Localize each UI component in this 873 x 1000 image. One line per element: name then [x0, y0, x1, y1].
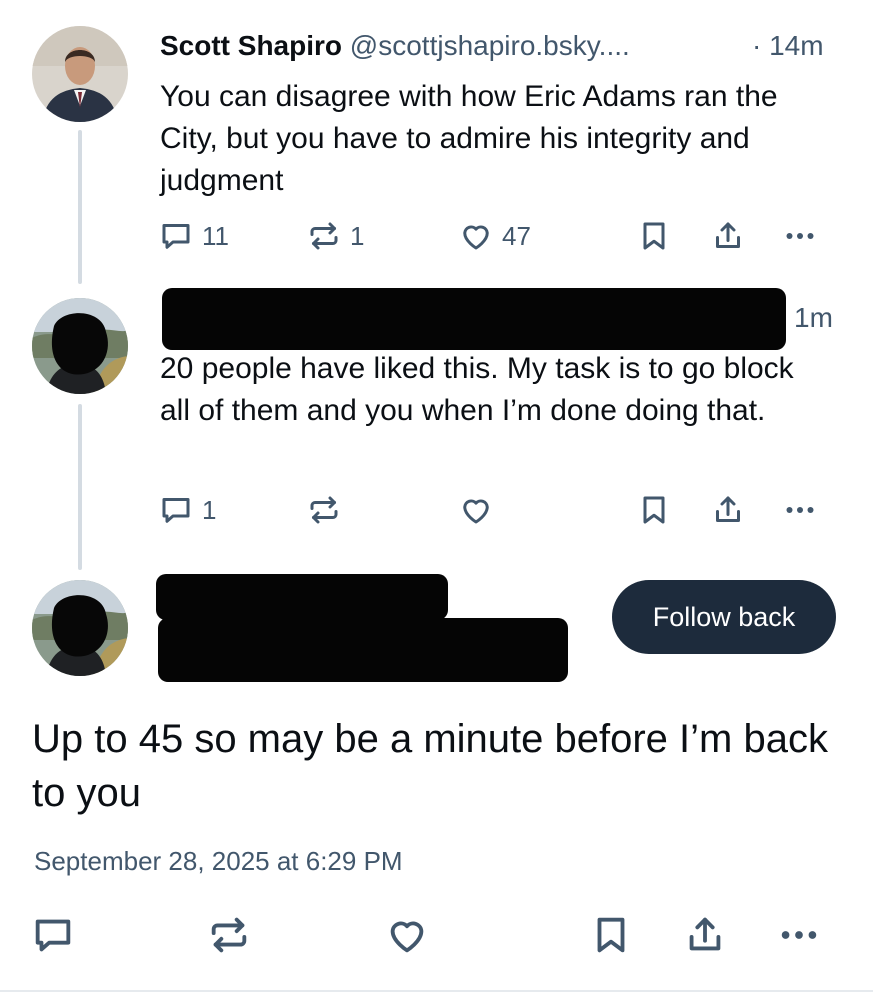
reply-count: 11	[202, 220, 229, 251]
redacted-author-name	[162, 288, 786, 350]
reply-count: 1	[202, 494, 217, 525]
author-name[interactable]: Scott Shapiro	[160, 30, 342, 61]
bookmark-button[interactable]	[636, 218, 672, 254]
reply-button[interactable]	[30, 912, 76, 958]
redacted-display-name	[156, 574, 448, 620]
like-icon	[384, 912, 430, 958]
more-options-button[interactable]	[776, 912, 822, 958]
reply-button[interactable]: 1	[158, 492, 216, 528]
follow-back-button[interactable]: Follow back	[612, 580, 836, 654]
author-handle[interactable]: @scottjshapiro.bsky....	[350, 30, 630, 61]
share-icon	[710, 492, 746, 528]
bookmark-button[interactable]	[588, 912, 634, 958]
bookmark-icon	[636, 218, 672, 254]
reply-icon	[30, 912, 76, 958]
more-options-button[interactable]	[782, 492, 818, 528]
like-button[interactable]: 47	[458, 218, 531, 254]
avatar-scott-shapiro[interactable]	[32, 26, 128, 122]
like-button[interactable]	[384, 912, 430, 958]
redacted-handle	[158, 618, 568, 682]
share-icon	[682, 912, 728, 958]
repost-button[interactable]: 1	[306, 218, 364, 254]
like-icon	[458, 492, 494, 528]
share-button[interactable]	[710, 492, 746, 528]
like-count: 47	[502, 220, 531, 251]
main-post-text: Up to 45 so may be a minute before I’m b…	[32, 717, 828, 815]
share-icon	[710, 218, 746, 254]
repost-count: 1	[350, 220, 365, 251]
reply-button[interactable]: 11	[158, 218, 229, 254]
like-icon	[458, 218, 494, 254]
post-time[interactable]: · 14m	[752, 28, 824, 64]
avatar-redacted-user[interactable]	[32, 580, 128, 676]
more-icon	[782, 218, 818, 254]
post-timestamp[interactable]: September 28, 2025 at 6:29 PM	[34, 846, 403, 877]
more-icon	[782, 492, 818, 528]
repost-icon	[306, 492, 342, 528]
repost-button[interactable]	[306, 492, 350, 528]
bookmark-button[interactable]	[636, 492, 672, 528]
avatar-redacted-user[interactable]	[32, 298, 128, 394]
more-icon	[776, 912, 822, 958]
post-time[interactable]: 1m	[794, 300, 833, 336]
reply-icon	[158, 492, 194, 528]
thread-line	[78, 130, 82, 284]
post-text: 20 people have liked this. My task is to…	[160, 352, 794, 427]
repost-icon	[306, 218, 342, 254]
thread-line	[78, 404, 82, 570]
like-button[interactable]	[458, 492, 502, 528]
post-header: Scott Shapiro @scottjshapiro.bsky....	[160, 28, 630, 64]
share-button[interactable]	[710, 218, 746, 254]
reply-icon	[158, 218, 194, 254]
repost-icon	[206, 912, 252, 958]
post-text: You can disagree with how Eric Adams ran…	[160, 80, 778, 197]
bookmark-icon	[588, 912, 634, 958]
repost-button[interactable]	[206, 912, 252, 958]
bottom-divider	[0, 990, 873, 992]
share-button[interactable]	[682, 912, 728, 958]
more-options-button[interactable]	[782, 218, 818, 254]
bookmark-icon	[636, 492, 672, 528]
